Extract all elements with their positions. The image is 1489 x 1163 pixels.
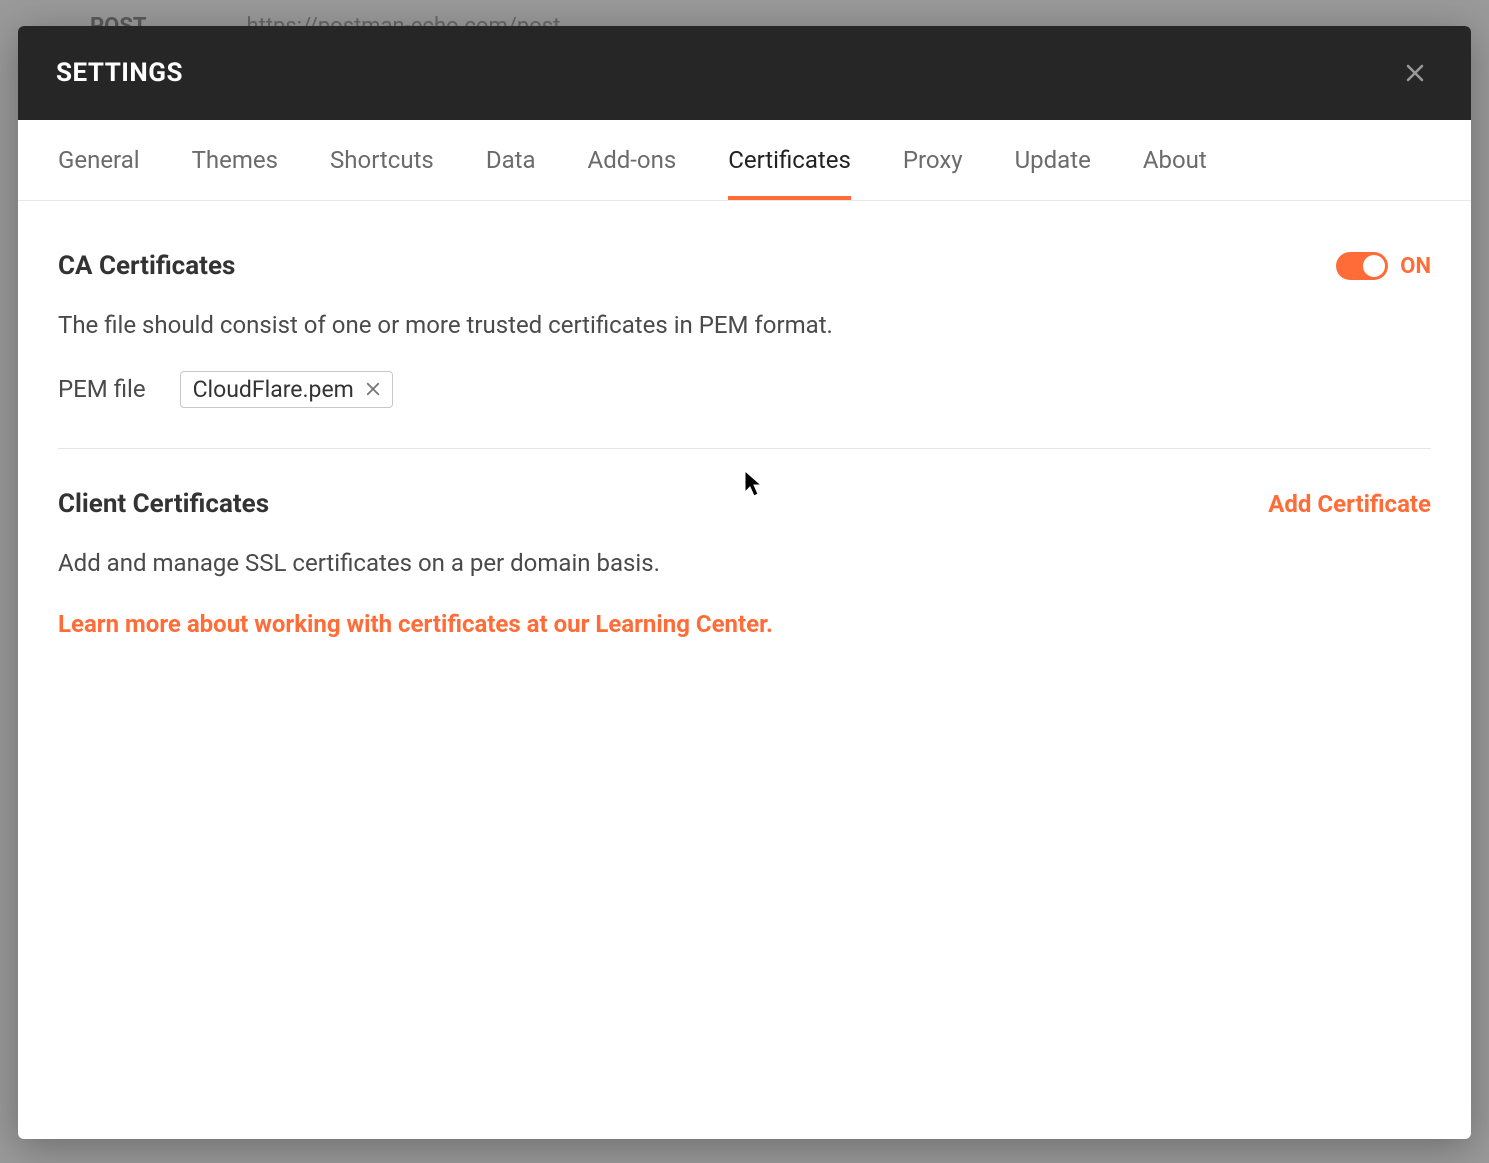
ca-certificates-section: CA Certificates ON The file should consi… [58, 251, 1431, 448]
pem-file-chip[interactable]: CloudFlare.pem [180, 371, 393, 408]
tab-update[interactable]: Update [1015, 120, 1091, 200]
ca-toggle-wrap: ON [1336, 252, 1431, 280]
pem-file-label: PEM file [58, 375, 146, 403]
remove-pem-button[interactable] [364, 380, 382, 398]
ca-description: The file should consist of one or more t… [58, 309, 1431, 343]
modal-header: SETTINGS [18, 26, 1471, 120]
settings-modal: SETTINGS General Themes Shortcuts Data A… [18, 26, 1471, 1139]
toggle-knob [1363, 255, 1385, 277]
client-section-header: Client Certificates Add Certificate [58, 489, 1431, 519]
add-certificate-button[interactable]: Add Certificate [1268, 490, 1431, 518]
tab-general[interactable]: General [58, 120, 140, 200]
settings-content: CA Certificates ON The file should consi… [18, 201, 1471, 1139]
close-button[interactable] [1397, 55, 1433, 91]
client-certificates-section: Client Certificates Add Certificate Add … [58, 489, 1431, 682]
learn-more-link[interactable]: Learn more about working with certificat… [58, 608, 1431, 642]
ca-section-header: CA Certificates ON [58, 251, 1431, 281]
tab-themes[interactable]: Themes [192, 120, 278, 200]
section-divider [58, 448, 1431, 449]
pem-filename: CloudFlare.pem [193, 376, 354, 403]
tab-addons[interactable]: Add-ons [588, 120, 677, 200]
x-icon [364, 380, 382, 398]
client-description: Add and manage SSL certificates on a per… [58, 547, 1431, 581]
close-icon [1403, 61, 1427, 85]
tab-about[interactable]: About [1143, 120, 1207, 200]
pem-file-row: PEM file CloudFlare.pem [58, 371, 1431, 408]
tab-data[interactable]: Data [486, 120, 536, 200]
ca-toggle-label: ON [1400, 254, 1431, 279]
tab-proxy[interactable]: Proxy [903, 120, 963, 200]
tab-certificates[interactable]: Certificates [728, 120, 851, 200]
settings-tabs: General Themes Shortcuts Data Add-ons Ce… [18, 120, 1471, 201]
tab-shortcuts[interactable]: Shortcuts [330, 120, 434, 200]
ca-section-title: CA Certificates [58, 251, 235, 281]
ca-toggle[interactable] [1336, 252, 1388, 280]
modal-title: SETTINGS [56, 58, 183, 88]
client-section-title: Client Certificates [58, 489, 269, 519]
